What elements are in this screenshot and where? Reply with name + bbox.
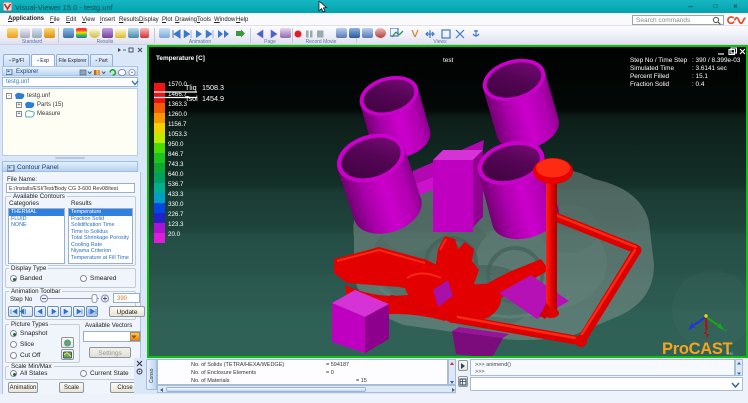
svg-text:950.0: 950.0 bbox=[168, 141, 184, 148]
svg-text:123.3: 123.3 bbox=[168, 221, 184, 228]
svg-text:433.3: 433.3 bbox=[168, 191, 184, 198]
svg-text:1053.3: 1053.3 bbox=[168, 131, 187, 138]
svg-text:: 3.6141 sec: : 3.6141 sec bbox=[692, 65, 728, 72]
svg-text:1260.0: 1260.0 bbox=[168, 111, 187, 118]
svg-text:Step No / Time Step: Step No / Time Step bbox=[630, 57, 688, 64]
svg-text:743.3: 743.3 bbox=[168, 161, 184, 168]
svg-text:1508.3: 1508.3 bbox=[202, 83, 224, 92]
svg-text:ProCAST: ProCAST bbox=[662, 340, 733, 356]
svg-text:Percent Filled: Percent Filled bbox=[630, 73, 670, 80]
svg-text:Tliq: Tliq bbox=[185, 83, 197, 92]
svg-text:Temperature [C]: Temperature [C] bbox=[156, 55, 205, 62]
svg-text:Simulated Time: Simulated Time bbox=[630, 65, 674, 72]
svg-text:Tsol: Tsol bbox=[185, 94, 198, 103]
svg-text:v: v bbox=[724, 328, 727, 334]
svg-text:536.7: 536.7 bbox=[168, 181, 184, 188]
svg-text:1454.9: 1454.9 bbox=[202, 94, 224, 103]
svg-text:esi: esi bbox=[727, 351, 733, 356]
svg-text:Fraction Solid: Fraction Solid bbox=[630, 81, 670, 88]
svg-text:test: test bbox=[443, 57, 454, 64]
svg-text:330.0: 330.0 bbox=[168, 201, 184, 208]
svg-text:846.7: 846.7 bbox=[168, 151, 184, 158]
svg-text:1156.7: 1156.7 bbox=[168, 121, 187, 128]
svg-text:: 15.1: : 15.1 bbox=[692, 73, 708, 80]
svg-text:: 0.4: : 0.4 bbox=[692, 81, 705, 88]
svg-text:640.0: 640.0 bbox=[168, 171, 184, 178]
svg-text:: 390 / 8.399e-03: : 390 / 8.399e-03 bbox=[692, 57, 741, 64]
svg-text:226.7: 226.7 bbox=[168, 211, 184, 218]
svg-text:20.0: 20.0 bbox=[168, 231, 181, 238]
